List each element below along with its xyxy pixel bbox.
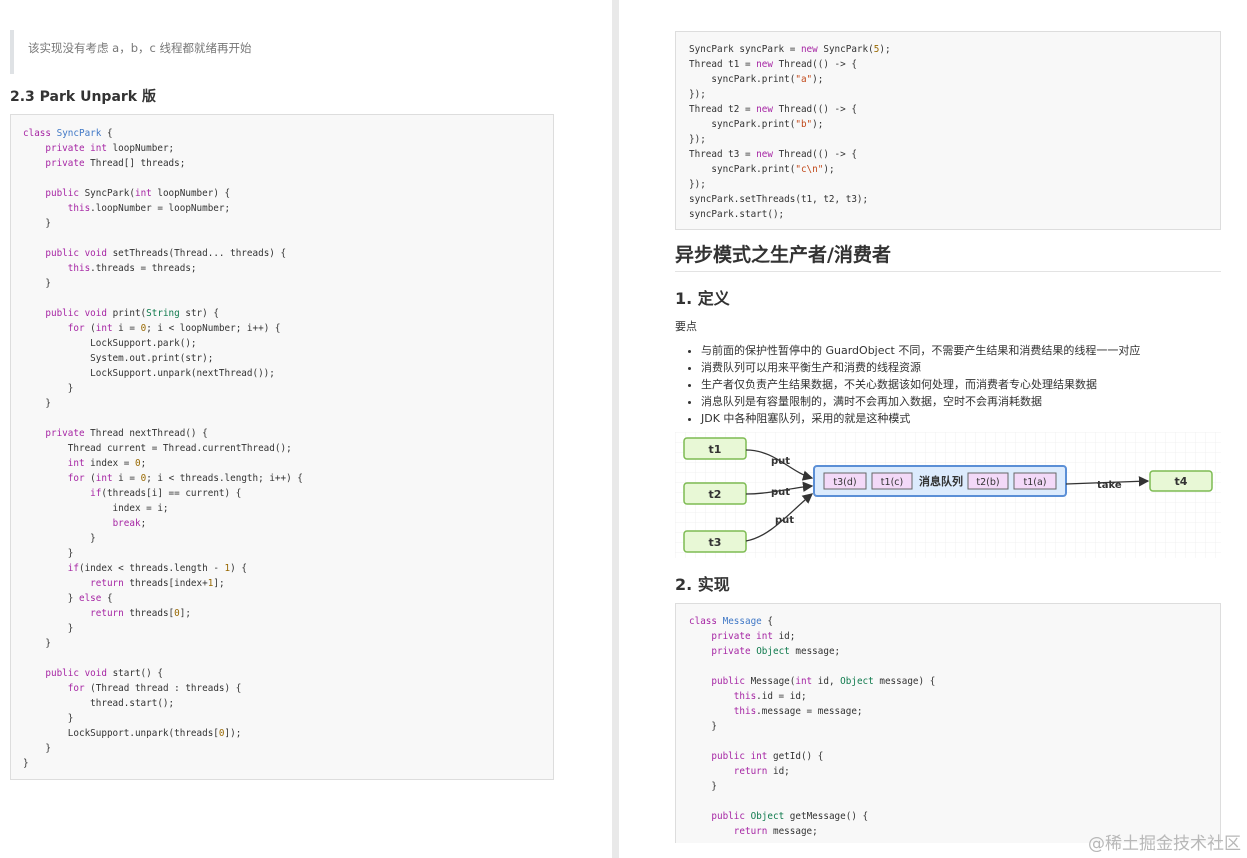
queue-item: t2(b) — [967, 472, 1009, 490]
svg-text:t1: t1 — [709, 443, 722, 456]
producer-t3: t3 — [683, 530, 747, 553]
right-document-page: SyncPark syncPark = new SyncPark(5); Thr… — [619, 0, 1247, 858]
left-document-page: 该实现没有考虑 a，b，c 线程都就绪再开始 2.3 Park Unpark 版… — [0, 0, 612, 858]
put-label: put — [775, 515, 794, 526]
subheading-definition: 1. 定义 — [675, 289, 730, 308]
svg-text:t1(a): t1(a) — [1023, 477, 1046, 488]
main-heading: 异步模式之生产者/消费者 — [675, 240, 1221, 272]
code-block-usage: SyncPark syncPark = new SyncPark(5); Thr… — [675, 31, 1221, 230]
put-label: put — [771, 456, 790, 467]
section-heading-park-unpark: 2.3 Park Unpark 版 — [10, 89, 156, 105]
svg-text:t3: t3 — [709, 536, 722, 549]
producer-consumer-diagram: t1 t2 t3 put put put t3(d) t1(c) 消息队列 t2… — [675, 432, 1221, 558]
list-item: 消息队列是有容量限制的，满时不会再加入数据，空时不会再消耗数据 — [701, 393, 1140, 410]
svg-text:t2(b): t2(b) — [976, 477, 999, 488]
key-points-label: 要点 — [675, 320, 697, 333]
list-item: JDK 中各种阻塞队列，采用的就是这种模式 — [701, 410, 1140, 427]
code-text: class Message { private int id; private … — [689, 616, 936, 837]
queue-item: t1(c) — [871, 472, 913, 490]
producer-t1: t1 — [683, 437, 747, 460]
code-block-message: class Message { private int id; private … — [675, 603, 1221, 843]
code-block-syncpark: class SyncPark { private int loopNumber;… — [10, 114, 554, 780]
queue-label: 消息队列 — [919, 474, 963, 488]
svg-text:t4: t4 — [1175, 475, 1188, 488]
subheading-implementation: 2. 实现 — [675, 575, 730, 594]
producer-t2: t2 — [683, 482, 747, 505]
list-item: 生产者仅负责产生结果数据，不关心数据该如何处理，而消费者专心处理结果数据 — [701, 376, 1140, 393]
consumer-t4: t4 — [1149, 470, 1213, 492]
queue-item: t1(a) — [1013, 472, 1057, 490]
take-label: take — [1097, 480, 1122, 491]
queue-item: t3(d) — [823, 472, 867, 490]
svg-text:t3(d): t3(d) — [833, 477, 856, 488]
watermark-text: @稀土掘金技术社区 — [1088, 834, 1241, 854]
put-label: put — [771, 487, 790, 498]
code-text: SyncPark syncPark = new SyncPark(5); Thr… — [689, 44, 891, 220]
list-item: 消费队列可以用来平衡生产和消费的线程资源 — [701, 359, 1140, 376]
list-item: 与前面的保护性暂停中的 GuardObject 不同，不需要产生结果和消费结果的… — [701, 342, 1140, 359]
svg-text:t1(c): t1(c) — [881, 477, 903, 488]
blockquote-note: 该实现没有考虑 a，b，c 线程都就绪再开始 — [10, 30, 570, 74]
code-text: class SyncPark { private int loopNumber;… — [23, 128, 303, 769]
svg-text:t2: t2 — [709, 488, 722, 501]
key-points-list: 与前面的保护性暂停中的 GuardObject 不同，不需要产生结果和消费结果的… — [685, 342, 1140, 427]
